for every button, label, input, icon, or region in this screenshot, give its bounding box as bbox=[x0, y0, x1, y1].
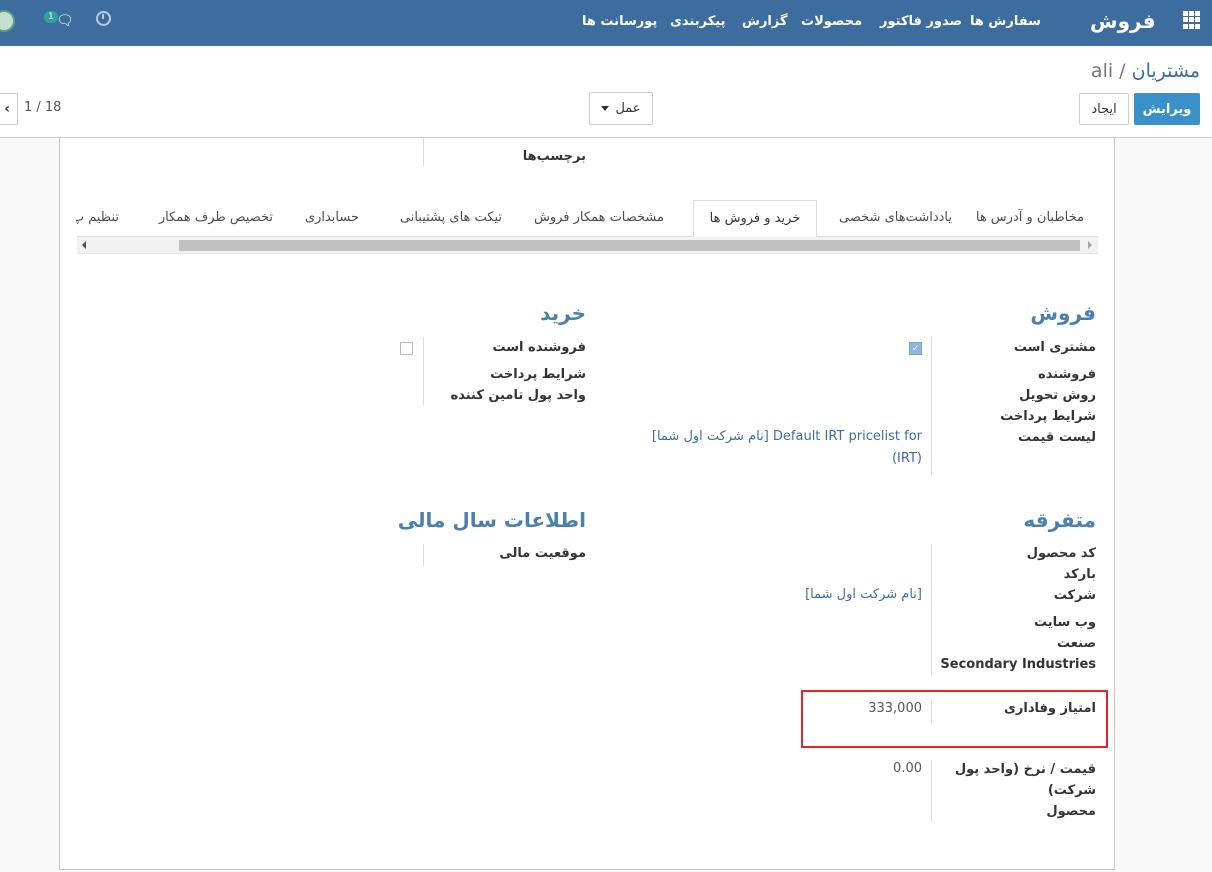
salesperson-label: فروشنده bbox=[1038, 367, 1096, 382]
is-vendor-label: فروشنده است bbox=[492, 340, 586, 355]
barcode-label: بارکد bbox=[1063, 567, 1096, 582]
notebook-tabs: مخاطبان و آدرس ها یادداشت‌های شخصی خرید … bbox=[76, 200, 1098, 238]
tabs-horizontal-scrollbar[interactable] bbox=[77, 237, 1098, 254]
tab-accounting[interactable]: حسابداری bbox=[305, 210, 359, 225]
create-button[interactable]: ایجاد bbox=[1079, 93, 1129, 125]
fiscal-section-title: اطلاعات سال مالی bbox=[397, 508, 586, 532]
is-customer-label: مشتری است bbox=[1013, 340, 1096, 355]
secondary-industries-label: Secondary Industries bbox=[940, 657, 1096, 672]
scroll-right-arrow-icon[interactable] bbox=[1088, 241, 1092, 249]
menu-item-products[interactable]: محصولات bbox=[801, 14, 862, 29]
breadcrumb-separator: / bbox=[1119, 60, 1126, 82]
pricelist-value[interactable]: Default IRT pricelist for [نام شرکت اول … bbox=[652, 429, 922, 444]
action-dropdown[interactable]: عمل bbox=[589, 92, 653, 125]
tab-sales-partner[interactable]: مشخصات همکار فروش bbox=[534, 210, 664, 225]
product-code-label: کد محصول bbox=[1026, 546, 1096, 561]
purchase-section-title: خرید bbox=[540, 301, 586, 325]
misc-section-title: متفرقه bbox=[1023, 508, 1096, 532]
tags-label: برچسب‌ها bbox=[522, 149, 586, 164]
user-avatar-icon[interactable] bbox=[0, 10, 15, 32]
supplier-currency-label: واحد پول تامین کننده bbox=[450, 388, 586, 403]
price-rate-value: 0.00 bbox=[893, 761, 922, 776]
menu-item-orders[interactable]: سفارش ها bbox=[970, 14, 1041, 29]
delivery-method-label: روش تحویل bbox=[1019, 388, 1096, 403]
menu-item-configuration[interactable]: پیکربندی bbox=[670, 14, 725, 29]
divider bbox=[931, 760, 932, 822]
divider bbox=[423, 544, 424, 566]
divider bbox=[423, 138, 424, 166]
top-navbar: فروش سفارش ها صدور فاکتور محصولات گزارش … bbox=[0, 0, 1212, 46]
price-rate-label-line3: محصول bbox=[1046, 804, 1096, 819]
edit-button[interactable]: ویرایش bbox=[1134, 93, 1200, 125]
pager-previous-button[interactable]: ‹ bbox=[0, 93, 18, 125]
chat-icon[interactable]: 🗨 bbox=[56, 13, 74, 29]
tab-settings-partial[interactable]: تنظیم پ bbox=[76, 210, 119, 225]
sales-payment-terms-label: شرایط پرداخت bbox=[1000, 409, 1096, 424]
purchase-payment-terms-label: شرایط پرداخت bbox=[490, 367, 586, 382]
scroll-left-arrow-icon[interactable] bbox=[82, 241, 86, 249]
menu-item-invoicing[interactable]: صدور فاکتور bbox=[880, 14, 962, 29]
chat-badge: 1 bbox=[44, 11, 58, 23]
tab-contacts-addresses[interactable]: مخاطبان و آدرس ها bbox=[976, 210, 1084, 225]
caret-down-icon bbox=[601, 106, 610, 111]
pager-value[interactable]: 1 / 18 bbox=[24, 100, 61, 115]
pricelist-label: لیست قیمت bbox=[1018, 430, 1096, 445]
loyalty-highlight-box bbox=[801, 690, 1108, 748]
divider bbox=[423, 337, 424, 405]
tab-partner-assignment[interactable]: تخصیص طرف همکار bbox=[159, 210, 273, 225]
menu-item-commissions[interactable]: پورسانت ها bbox=[582, 14, 657, 29]
industry-label: صنعت bbox=[1057, 636, 1096, 651]
divider bbox=[931, 544, 932, 676]
tab-support-tickets[interactable]: تیکت های پشتیبانی bbox=[400, 210, 502, 225]
company-value[interactable]: [نام شرکت اول شما] bbox=[805, 587, 922, 602]
apps-grid-icon[interactable] bbox=[1183, 11, 1201, 29]
breadcrumb-customers-link[interactable]: مشتریان bbox=[1132, 60, 1200, 82]
sales-section-title: فروش bbox=[1030, 301, 1096, 325]
tab-internal-notes[interactable]: یادداشت‌های شخصی bbox=[839, 210, 952, 225]
app-brand: فروش bbox=[1090, 9, 1156, 33]
control-panel: مشتریان / ali ویرایش ایجاد عمل 1 / 18 ‹ bbox=[0, 46, 1212, 138]
activity-clock-icon[interactable] bbox=[96, 11, 111, 26]
is-customer-checkbox[interactable]: ✓ bbox=[909, 342, 922, 355]
is-vendor-checkbox[interactable] bbox=[400, 342, 413, 355]
breadcrumb-current: ali bbox=[1090, 60, 1114, 82]
tab-sales-purchases-label: خرید و فروش ها bbox=[709, 211, 801, 226]
fiscal-position-label: موقعیت مالی bbox=[499, 546, 586, 561]
company-label: شرکت bbox=[1053, 588, 1096, 603]
tab-sales-purchases[interactable]: خرید و فروش ها bbox=[693, 200, 817, 238]
divider bbox=[931, 337, 932, 475]
price-rate-label-line2: شرکت) bbox=[1047, 783, 1096, 798]
menu-item-reporting[interactable]: گزارش bbox=[742, 14, 788, 29]
pricelist-currency[interactable]: (IRT) bbox=[892, 451, 922, 466]
breadcrumb: مشتریان / ali bbox=[1091, 60, 1200, 82]
form-sheet: برچسب‌ها مخاطبان و آدرس ها یادداشت‌های ش… bbox=[59, 138, 1115, 870]
scroll-thumb[interactable] bbox=[179, 240, 1080, 251]
website-label: وب سایت bbox=[1034, 615, 1096, 630]
price-rate-label-line1: قیمت / نرخ (واحد پول bbox=[954, 762, 1096, 777]
action-label: عمل bbox=[615, 101, 641, 116]
